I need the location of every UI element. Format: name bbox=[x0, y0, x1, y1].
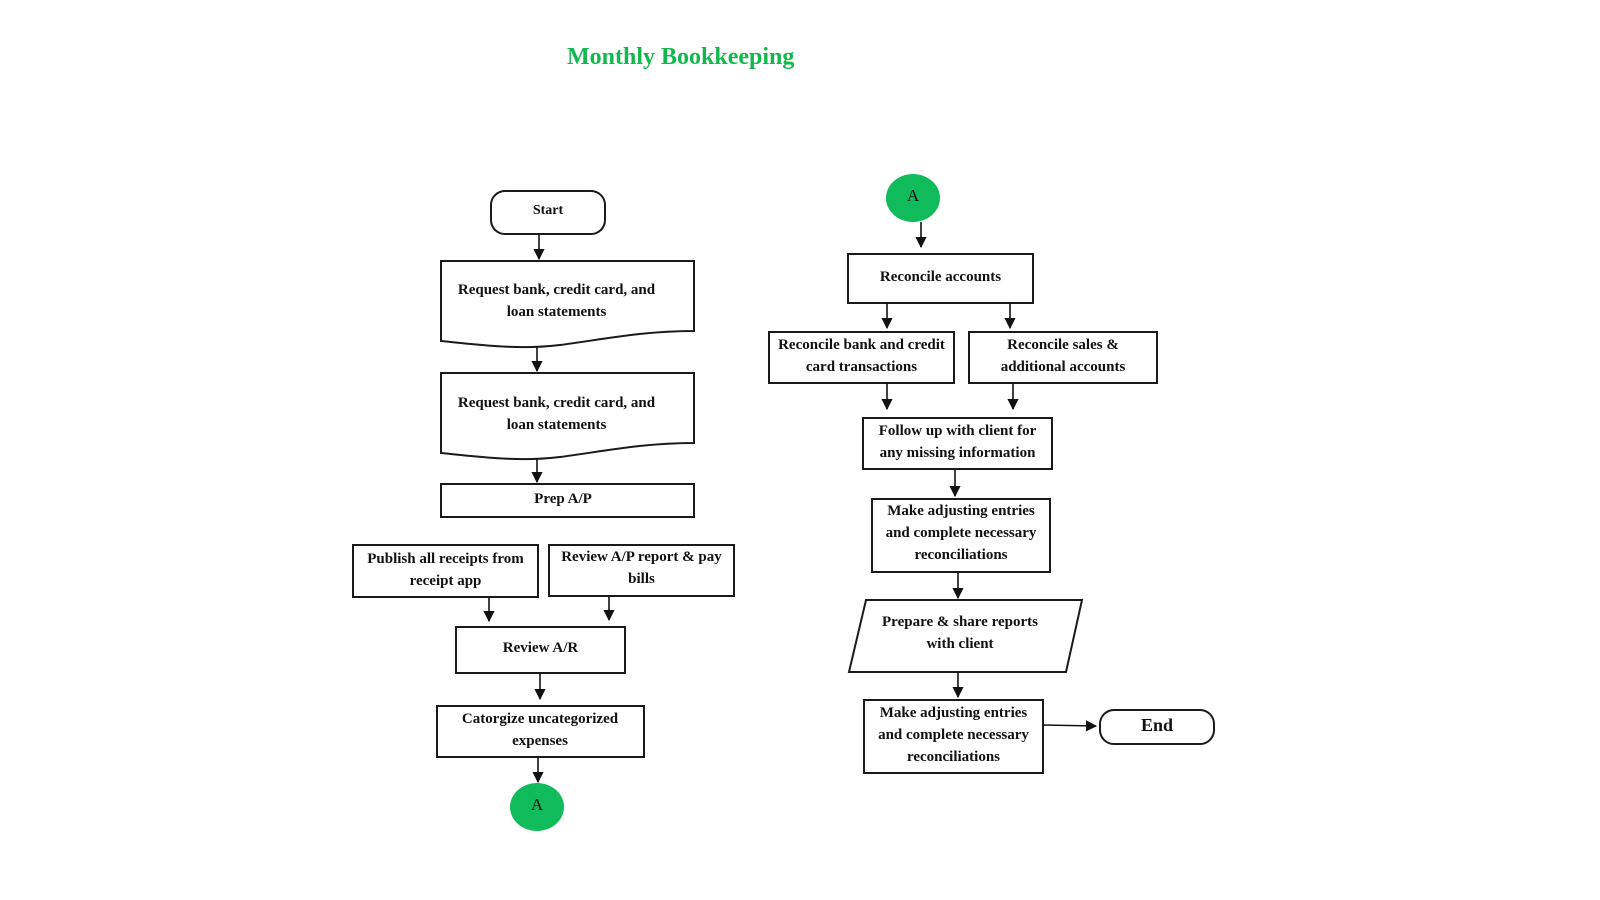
adjusting2-label: Make adjusting entries and complete nece… bbox=[878, 705, 1029, 765]
reconcile-sales-label: Reconcile sales & additional accounts bbox=[1000, 336, 1126, 375]
flowchart-canvas bbox=[352, 174, 1215, 831]
prep-ap-label: Prep A/P bbox=[534, 491, 592, 507]
review-ap-label: Review A/P report & pay bills bbox=[561, 549, 722, 587]
end-label: End bbox=[1140, 715, 1174, 735]
request1-label: Request bank, credit card, and loan stat… bbox=[457, 282, 656, 320]
start-label: Start bbox=[532, 203, 564, 218]
prepare-reports-label: Prepare & share reports with client bbox=[882, 614, 1038, 652]
adjusting1-label: Make adjusting entries and complete nece… bbox=[885, 503, 1037, 563]
connector-a-in-label: A bbox=[906, 186, 920, 205]
edge-adjusting2-end bbox=[1042, 720, 1098, 732]
follow-up-label: Follow up with client for any missing in… bbox=[878, 422, 1037, 461]
request2-label: Request bank, credit card, and loan stat… bbox=[457, 395, 656, 433]
reconcile-bank-label: Reconcile bank and credit card transacti… bbox=[778, 336, 945, 375]
publish-receipts-label: Publish all receipts from receipt app bbox=[367, 550, 524, 589]
reconcile-accounts-label: Reconcile accounts bbox=[879, 268, 1002, 285]
review-ar-label: Review A/R bbox=[502, 640, 579, 656]
connector-a-out-label: A bbox=[530, 795, 544, 814]
categorize-label: Catorgize uncategorized expenses bbox=[461, 710, 619, 749]
